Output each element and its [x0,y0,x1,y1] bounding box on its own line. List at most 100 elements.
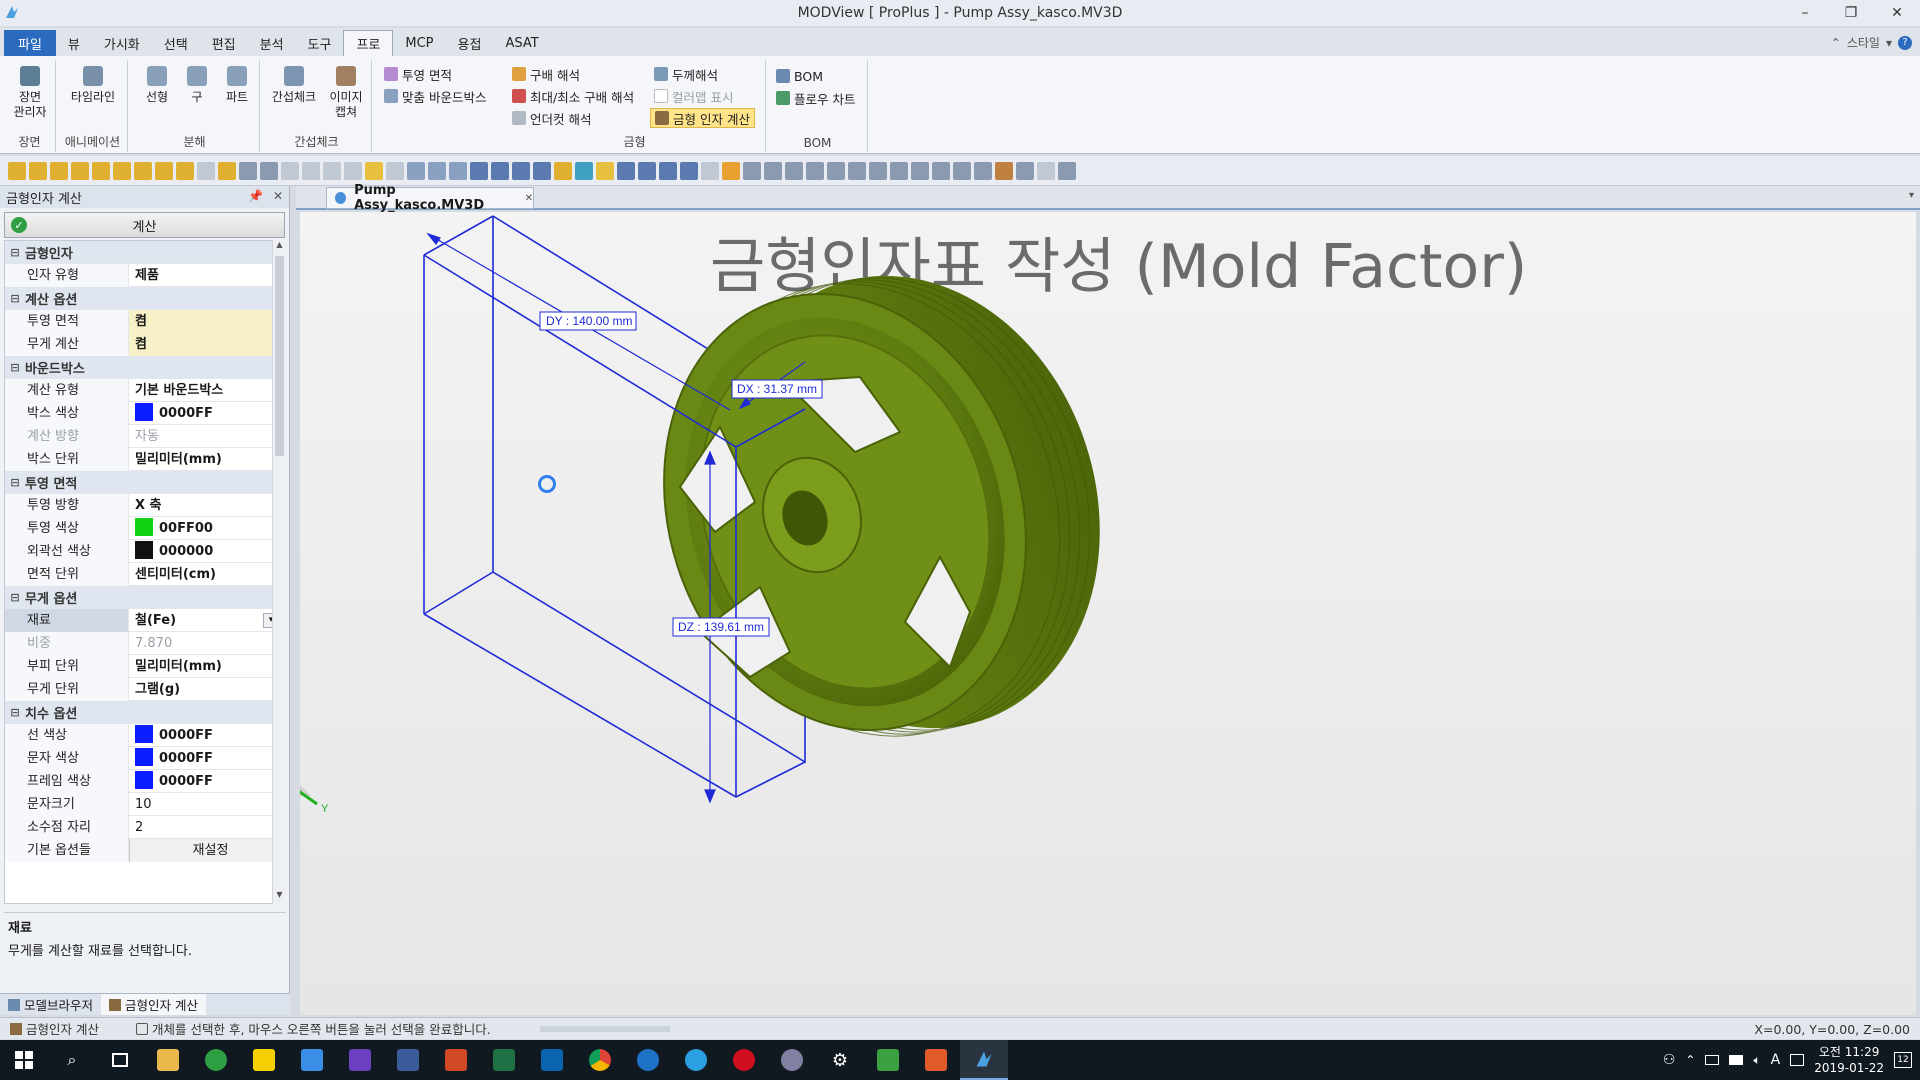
property-row[interactable]: 무게 단위 그램(g) [5,677,285,701]
toolbar-tool-icon[interactable] [638,161,656,180]
collapse-icon[interactable]: ⊟ [5,476,25,489]
minimize-button[interactable]: – [1782,0,1828,26]
tab-mcp[interactable]: MCP [393,30,445,56]
property-row[interactable]: 선 색상 0000FF [5,723,285,747]
image-capture-button[interactable]: 이미지 캡쳐 [324,66,368,120]
property-value[interactable]: X 축 [129,494,285,517]
collapse-icon[interactable]: ⊟ [5,246,25,259]
chevron-down-icon[interactable]: ▾ [1886,36,1892,50]
tray-chevron-up-icon[interactable]: ⌃ [1685,1053,1695,1067]
color-swatch[interactable] [135,748,153,766]
draft-analysis-button[interactable]: 구배 해석 [512,64,580,84]
property-row[interactable]: 프레임 색상 0000FF [5,769,285,793]
toolbar-tool-icon[interactable] [50,161,68,180]
restore-button[interactable]: ❐ [1828,0,1874,26]
keyboard-icon[interactable] [1790,1054,1805,1066]
property-row[interactable]: 박스 색상 0000FF [5,401,285,425]
property-value[interactable]: 밀리미터(mm) [129,655,285,678]
taskbar-app-x[interactable] [336,1040,384,1080]
toolbar-tool-icon[interactable] [848,161,866,180]
start-button[interactable] [0,1040,48,1080]
taskbar-modview[interactable] [960,1040,1008,1080]
toolbar-tool-icon[interactable] [260,161,278,180]
flow-chart-button[interactable]: 플로우 차트 [776,88,855,108]
property-category[interactable]: ⊟ 바운드박스 [5,356,285,379]
color-swatch[interactable] [135,725,153,743]
toolbar-tool-icon[interactable] [323,161,341,180]
notification-icon[interactable]: 12 [1894,1052,1912,1068]
network-icon[interactable] [1705,1055,1720,1065]
property-row[interactable]: 외곽선 색상 000000 [5,539,285,563]
toolbar-tool-icon[interactable] [1058,161,1076,180]
pin-icon[interactable]: 📌 [248,189,263,203]
toolbar-tool-icon[interactable] [470,161,488,180]
property-row[interactable]: 소수점 자리 2 [5,815,285,839]
property-row[interactable]: 투영 색상 00FF00 [5,516,285,540]
toolbar-tool-icon[interactable] [596,161,614,180]
property-row[interactable]: 박스 단위 밀리미터(mm) [5,447,285,471]
property-category[interactable]: ⊟ 투영 면적 [5,471,285,494]
property-value[interactable]: 켬 [129,309,285,333]
chevron-up-icon[interactable]: ⌃ [1831,36,1841,50]
mold-factor-button[interactable]: 금형 인자 계산 [650,108,755,128]
scroll-down-icon[interactable]: ▼ [273,890,286,904]
toolbar-tool-icon[interactable] [953,161,971,180]
color-swatch[interactable] [135,771,153,789]
property-value[interactable]: 000000 [129,540,285,563]
toolbar-tool-icon[interactable] [428,161,446,180]
ime-indicator[interactable]: A [1771,1052,1781,1068]
toolbar-tool-icon[interactable] [764,161,782,180]
thickness-analysis-button[interactable]: 두께해석 [654,64,718,84]
color-swatch[interactable] [135,403,153,421]
volume-icon[interactable]: 🔈︎ [1753,1053,1760,1068]
close-button[interactable]: ✕ [1874,0,1920,26]
toolbar-tool-icon[interactable] [134,161,152,180]
taskbar-opera[interactable] [720,1040,768,1080]
color-swatch[interactable] [135,541,153,559]
tab-model-browser[interactable]: 모델브라우저 [0,994,101,1015]
property-category[interactable]: ⊟ 금형인자 [5,241,285,264]
property-value[interactable]: 그램(g) [129,678,285,701]
taskbar-app-green[interactable] [192,1040,240,1080]
scroll-thumb[interactable] [275,256,284,456]
toolbar-tool-icon[interactable] [218,161,236,180]
part-explode-button[interactable]: 파트 [220,66,254,105]
toolbar-tool-icon[interactable] [512,161,530,180]
document-tab-close-icon[interactable]: ✕ [525,193,533,204]
pulley-part[interactable] [609,226,1157,786]
toolbar-tool-icon[interactable] [449,161,467,180]
toolbar-tool-icon[interactable] [1016,161,1034,180]
collapse-icon[interactable]: ⊟ [5,706,25,719]
taskbar-app-c-orange[interactable] [912,1040,960,1080]
toolbar-tool-icon[interactable] [1037,161,1055,180]
toolbar-tool-icon[interactable] [113,161,131,180]
tab-edit[interactable]: 편집 [200,30,248,56]
scroll-up-icon[interactable]: ▲ [273,240,286,254]
toolbar-tool-icon[interactable] [722,161,740,180]
property-category[interactable]: ⊟ 계산 옵션 [5,287,285,310]
3d-viewport[interactable]: 금형인자표 작성 (Mold Factor) DY: 140.00 mm DX… [300,212,1916,1015]
toolbar-tool-icon[interactable] [911,161,929,180]
property-row[interactable]: 부피 단위 밀리미터(mm) [5,654,285,678]
tab-tools[interactable]: 도구 [296,30,344,56]
taskbar-app-c-green[interactable] [864,1040,912,1080]
panel-close-icon[interactable]: ✕ [273,189,283,203]
collapse-icon[interactable]: ⊟ [5,591,25,604]
toolbar-tool-icon[interactable] [365,161,383,180]
property-value[interactable]: 7.870 [129,632,285,655]
taskbar-excel[interactable] [480,1040,528,1080]
toolbar-tool-icon[interactable] [8,161,26,180]
property-value[interactable]: 제품 [129,264,285,287]
reset-button[interactable]: 재설정 [129,838,285,862]
property-value[interactable]: 00FF00 [129,517,285,540]
property-row[interactable]: 계산 유형 기본 바운드박스 [5,378,285,402]
help-icon[interactable]: ? [1898,35,1912,50]
toolbar-tool-icon[interactable] [239,161,257,180]
toolbar-tool-icon[interactable] [155,161,173,180]
scene-manager-button[interactable]: 장면 관리자 [8,66,52,120]
bom-button[interactable]: BOM [776,66,823,86]
tab-analysis[interactable]: 분석 [248,30,296,56]
property-category[interactable]: ⊟ 치수 옵션 [5,701,285,724]
property-row[interactable]: 인자 유형 제품 [5,263,285,287]
property-value[interactable]: 철(Fe) ▾ [129,609,285,632]
